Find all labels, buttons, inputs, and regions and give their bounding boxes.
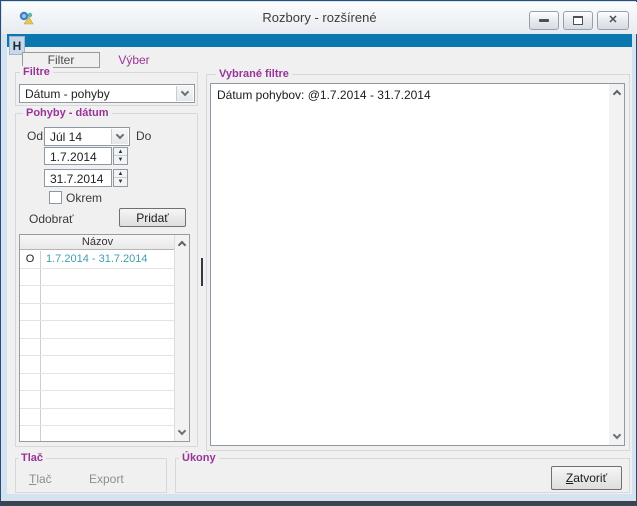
table-scrollbar[interactable] [174,235,189,441]
textarea-scrollbar[interactable] [609,84,624,445]
row-flag-cell [20,374,41,391]
window-bottom-edge [1,501,637,505]
row-name-cell [46,409,173,426]
dialog-body: H Filter Výber Filtre Dátum - pohyby Poh… [7,34,632,494]
od-label: Od [27,129,43,143]
table-row-empty[interactable] [20,286,175,304]
dropdown-arrow-button[interactable] [176,86,193,101]
table-row-empty[interactable] [20,409,175,427]
month-value: Júl 14 [50,130,82,144]
row-name-cell: 1.7.2014 - 31.7.2014 [46,251,173,268]
spinner-down-icon[interactable]: ▼ [114,178,127,186]
table-row-empty[interactable] [20,374,175,392]
row-flag-cell [20,304,41,321]
row-name-cell [46,339,173,356]
table-row-empty[interactable] [20,356,175,374]
table-row-empty[interactable] [20,391,175,409]
title-bar[interactable]: Rozbory - rozšírené ✕ [2,2,637,34]
row-flag-cell [20,426,41,442]
filter-type-value: Dátum - pohyby [25,87,110,101]
spinner-up-icon[interactable]: ▲ [114,148,127,156]
row-name-cell [46,286,173,303]
row-name-cell [46,321,173,338]
accent-bar [7,34,632,47]
remove-button[interactable]: Odobrať [29,212,74,226]
row-flag-cell [20,321,41,338]
okrem-label: Okrem [66,191,102,205]
scroll-up-icon[interactable] [175,236,189,251]
month-dropdown-arrow-button[interactable] [111,129,128,144]
print-group-label: Tlač [18,452,46,464]
selected-filters-group-label: Vybrané filtre [216,68,292,80]
selected-filters-content: Dátum pohybov: @1.7.2014 - 31.7.2014 [217,88,602,102]
add-button[interactable]: Pridať [119,208,186,227]
row-flag-cell [20,286,41,303]
table-row-empty[interactable] [20,269,175,287]
row-name-cell [46,304,173,321]
table-row-empty[interactable] [20,426,175,442]
table-header-nazov[interactable]: Názov [20,235,175,250]
maximize-icon [573,16,583,25]
row-flag-cell [20,269,41,286]
date-from-value: 1.7.2014 [50,150,97,164]
filter-table: Názov O 1.7.2014 - 31.7.2014 [19,234,190,442]
scroll-down-icon[interactable] [609,429,624,444]
minimize-button[interactable] [529,11,559,30]
chevron-down-icon [181,88,189,96]
row-name-cell [46,356,173,373]
filters-group-label: Filtre [20,66,53,78]
scroll-down-icon[interactable] [175,425,189,440]
panel-splitter-handle[interactable] [201,258,203,286]
actions-group-label: Úkony [179,452,219,464]
maximize-button[interactable] [563,11,593,30]
date-to-value: 31.7.2014 [50,172,103,186]
print-button[interactable]: Tlač [29,472,52,486]
do-label: Do [136,129,151,143]
filter-type-dropdown[interactable]: Dátum - pohyby [19,84,195,103]
export-button[interactable]: Export [89,472,124,486]
row-name-cell [46,374,173,391]
movements-group-label: Pohyby - dátum [23,107,112,119]
row-name-cell [46,426,173,442]
date-to-spinner[interactable]: ▲ ▼ [113,169,128,187]
row-flag-cell [20,391,41,408]
filter-table-body: O 1.7.2014 - 31.7.2014 [20,251,175,441]
minimize-icon [539,19,549,22]
close-window-button[interactable]: ✕ [597,11,629,30]
table-row-empty[interactable] [20,339,175,357]
close-dialog-button[interactable]: Zatvoriť [551,466,622,490]
table-row[interactable]: O 1.7.2014 - 31.7.2014 [20,251,175,269]
date-from-field[interactable]: 1.7.2014 [44,147,112,165]
tab-vyber[interactable]: Výber [107,53,161,68]
close-icon: ✕ [608,15,617,26]
date-to-field[interactable]: 31.7.2014 [44,169,112,187]
scroll-up-icon[interactable] [609,85,624,100]
okrem-checkbox[interactable] [49,191,62,204]
month-dropdown[interactable]: Júl 14 [44,127,130,146]
row-name-cell [46,269,173,286]
row-flag-cell [20,339,41,356]
date-from-spinner[interactable]: ▲ ▼ [113,147,128,165]
row-flag-cell: O [20,251,41,268]
table-row-empty[interactable] [20,304,175,322]
row-flag-cell [20,409,41,426]
selected-filters-textarea[interactable]: Dátum pohybov: @1.7.2014 - 31.7.2014 [210,83,625,446]
spinner-up-icon[interactable]: ▲ [114,170,127,178]
chevron-down-icon [116,131,124,139]
dialog-window: Rozbory - rozšírené ✕ H Filter Výber Fil… [0,0,637,506]
spinner-down-icon[interactable]: ▼ [114,156,127,164]
row-flag-cell [20,356,41,373]
row-name-cell [46,391,173,408]
table-row-empty[interactable] [20,321,175,339]
